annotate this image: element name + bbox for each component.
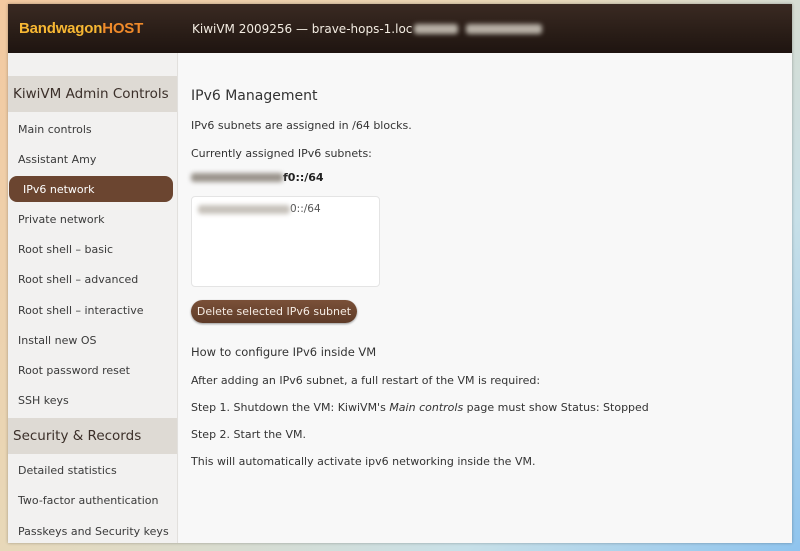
howto-intro: After adding an IPv6 subnet, a full rest… xyxy=(191,374,541,387)
redacted-prefix xyxy=(191,173,283,182)
delete-subnet-button[interactable]: Delete selected IPv6 subnet xyxy=(191,300,357,323)
subnet-option-suffix: 0::/64 xyxy=(290,203,321,215)
sidebar-item-assistant-amy[interactable]: Assistant Amy xyxy=(8,144,177,174)
vm-title-text: KiwiVM 2009256 — brave-hops-1.loc xyxy=(192,21,413,36)
step1-prefix: Step 1. Shutdown the VM: KiwiVM's xyxy=(191,401,390,414)
brand-part2: HOST xyxy=(102,20,144,37)
step1-suffix: page must show Status: Stopped xyxy=(463,401,649,414)
sidebar-item-ipv6-network[interactable]: IPv6 network xyxy=(9,176,173,203)
sidebar-item-install-new-os[interactable]: Install new OS xyxy=(8,325,177,355)
redacted-hostname xyxy=(414,23,459,34)
howto-title: How to configure IPv6 inside VM xyxy=(191,345,377,359)
assigned-subnet: f0::/64 xyxy=(191,171,324,184)
brand-part1: Bandwagon xyxy=(19,20,103,37)
main-controls-ref: Main controls xyxy=(389,401,464,414)
intro-text: IPv6 subnets are assigned in /64 blocks. xyxy=(191,119,412,132)
sidebar-item-detailed-statistics[interactable]: Detailed statistics xyxy=(8,456,177,486)
sidebar-item-passkeys-and-security-keys[interactable]: Passkeys and Security keys xyxy=(8,516,177,543)
main-content: IPv6 Management IPv6 subnets are assigne… xyxy=(179,53,792,543)
outro-text: This will automatically activate ipv6 ne… xyxy=(191,455,536,468)
redacted-prefix xyxy=(198,204,290,214)
step1-text: Step 1. Shutdown the VM: KiwiVM's Main c… xyxy=(191,401,649,414)
sidebar-item-root-shell-advanced[interactable]: Root shell – advanced xyxy=(8,265,177,295)
assigned-label: Currently assigned IPv6 subnets: xyxy=(191,147,372,160)
sidebar-item-root-shell-basic[interactable]: Root shell – basic xyxy=(8,235,177,265)
redacted-ip xyxy=(466,23,543,34)
sidebar: KiwiVM Admin Controls Main controls Assis… xyxy=(8,53,178,543)
sidebar-item-ssh-keys[interactable]: SSH keys xyxy=(8,386,177,416)
vm-title: KiwiVM 2009256 — brave-hops-1.loc xyxy=(184,21,543,36)
sidebar-item-two-factor-authentication[interactable]: Two-factor authentication xyxy=(8,486,177,516)
assigned-subnet-suffix: f0::/64 xyxy=(283,171,324,184)
step2-text: Step 2. Start the VM. xyxy=(191,428,306,441)
sidebar-item-root-password-reset[interactable]: Root password reset xyxy=(8,355,177,385)
brand-logo[interactable]: BandwagonHOST xyxy=(8,20,184,37)
browser-window: BandwagonHOST KiwiVM 2009256 — brave-hop… xyxy=(8,4,792,543)
subnet-select-list[interactable]: 0::/64 xyxy=(191,196,380,287)
top-bar: BandwagonHOST KiwiVM 2009256 — brave-hop… xyxy=(8,4,792,53)
sidebar-item-root-shell-interactive[interactable]: Root shell – interactive xyxy=(8,295,177,325)
section-security-records: Security & Records xyxy=(8,417,177,454)
page-title: IPv6 Management xyxy=(191,88,318,104)
section-admin-controls: KiwiVM Admin Controls xyxy=(8,76,177,112)
subnet-option[interactable]: 0::/64 xyxy=(198,203,373,215)
sidebar-item-private-network[interactable]: Private network xyxy=(8,204,177,234)
sidebar-item-main-controls[interactable]: Main controls xyxy=(8,114,177,144)
